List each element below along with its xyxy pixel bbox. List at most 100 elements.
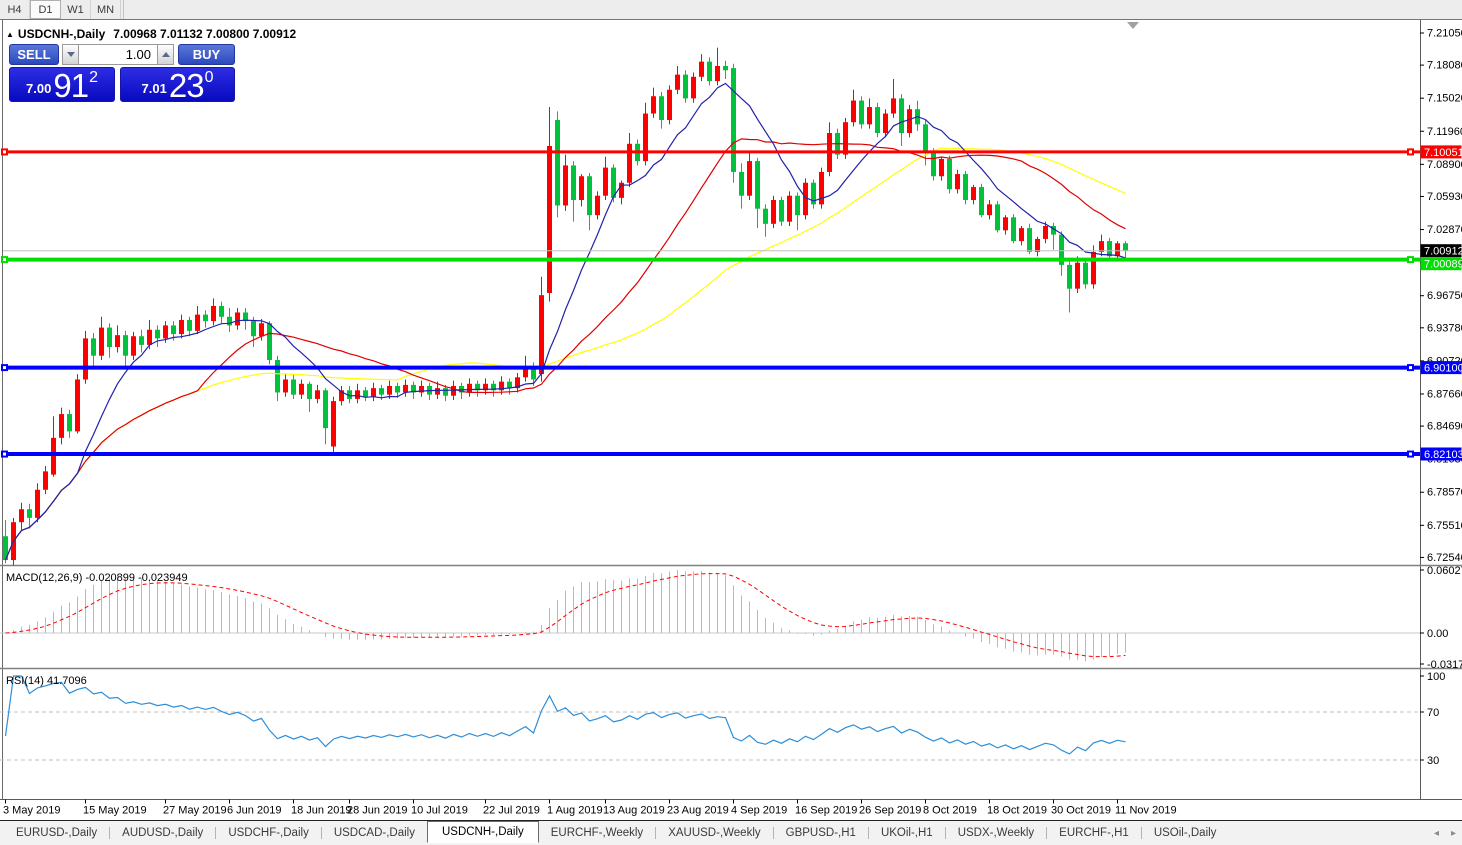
svg-text:15 May 2019: 15 May 2019 xyxy=(83,805,147,817)
chart-shift-marker-icon xyxy=(1127,22,1139,29)
ask-price-big-digits: 23 xyxy=(169,70,204,101)
svg-text:22 Jul 2019: 22 Jul 2019 xyxy=(483,805,540,817)
svg-text:18 Oct 2019: 18 Oct 2019 xyxy=(987,805,1047,817)
bid-price-display[interactable]: 7.00 91 2 xyxy=(9,67,115,102)
chart-ohlc-values: 7.00968 7.01132 7.00800 7.00912 xyxy=(113,27,296,41)
price-chart-canvas[interactable]: 7.21050 7.18080 7.15020 7.11960 7.08900 7.059… xyxy=(0,20,1462,820)
date-axis[interactable]: 3 May 2019 15 May 2019 27 May 20196 Jun 20… xyxy=(3,800,1177,817)
chart-tab-usdcad-daily[interactable]: USDCAD-,Daily xyxy=(322,823,427,843)
tabs-scroll-right-button[interactable]: ▸ xyxy=(1451,828,1456,839)
svg-text:6.90100: 6.90100 xyxy=(1424,363,1462,375)
svg-text:-0.031725: -0.031725 xyxy=(1427,659,1462,671)
chart-tab-bar: EURUSD-,DailyAUDUSD-,DailyUSDCHF-,DailyU… xyxy=(0,821,1462,845)
svg-text:7.21050: 7.21050 xyxy=(1427,28,1462,40)
ask-price-prefix: 7.01 xyxy=(142,81,167,96)
timeframe-button-mn[interactable]: MN xyxy=(91,0,121,19)
svg-text:6 Jun 2019: 6 Jun 2019 xyxy=(227,805,281,817)
collapse-panel-arrow-icon[interactable]: ▲ xyxy=(6,30,14,39)
svg-text:7.00089: 7.00089 xyxy=(1424,259,1462,271)
svg-text:7.02870: 7.02870 xyxy=(1427,224,1462,236)
svg-text:6.96750: 6.96750 xyxy=(1427,290,1462,302)
rsi-name: RSI(14) xyxy=(6,675,44,687)
chart-tab-xauusd-weekly[interactable]: XAUUSD-,Weekly xyxy=(656,823,772,843)
svg-text:30: 30 xyxy=(1427,755,1439,767)
tab-scroll-arrows: ◂ ▸ xyxy=(1434,821,1456,845)
volume-decrease-button[interactable] xyxy=(62,44,79,65)
chart-tab-usdx-weekly[interactable]: USDX-,Weekly xyxy=(946,823,1046,843)
svg-text:18 Jun 2019: 18 Jun 2019 xyxy=(291,805,352,817)
buy-button[interactable]: BUY xyxy=(178,44,235,65)
svg-text:7.08900: 7.08900 xyxy=(1427,159,1462,171)
svg-text:28 Jun 2019: 28 Jun 2019 xyxy=(347,805,408,817)
volume-increase-button[interactable] xyxy=(157,44,174,65)
macd-name: MACD(12,26,9) xyxy=(6,572,82,584)
chart-tabs: EURUSD-,DailyAUDUSD-,DailyUSDCHF-,DailyU… xyxy=(0,821,1228,845)
chart-tab-ukoil-h1[interactable]: UKOil-,H1 xyxy=(869,823,945,843)
svg-text:3 May 2019: 3 May 2019 xyxy=(3,805,60,817)
svg-text:7.18080: 7.18080 xyxy=(1427,60,1462,72)
rsi-value: 41.7096 xyxy=(47,675,87,687)
bid-price-pipette: 2 xyxy=(89,69,98,87)
chart-tab-eurusd-daily[interactable]: EURUSD-,Daily xyxy=(4,823,109,843)
svg-text:7.15020: 7.15020 xyxy=(1427,93,1462,105)
svg-text:7.11960: 7.11960 xyxy=(1427,126,1462,138)
svg-text:0.060273: 0.060273 xyxy=(1427,565,1462,577)
sell-button[interactable]: SELL xyxy=(9,44,59,65)
chart-tab-eurchf-h1[interactable]: EURCHF-,H1 xyxy=(1047,823,1141,843)
svg-text:11 Nov 2019: 11 Nov 2019 xyxy=(1115,805,1177,817)
chart-area[interactable]: 7.21050 7.18080 7.15020 7.11960 7.08900 7.059… xyxy=(0,19,1462,822)
bid-price-big-digits: 91 xyxy=(53,70,88,101)
svg-text:30 Oct 2019: 30 Oct 2019 xyxy=(1051,805,1111,817)
svg-text:8 Oct 2019: 8 Oct 2019 xyxy=(923,805,977,817)
ask-price-display[interactable]: 7.01 23 0 xyxy=(120,67,235,102)
svg-text:4 Sep 2019: 4 Sep 2019 xyxy=(731,805,787,817)
svg-text:10 Jul 2019: 10 Jul 2019 xyxy=(411,805,468,817)
chart-tab-usdcnh-daily[interactable]: USDCNH-,Daily xyxy=(427,821,539,843)
chart-tab-usdchf-daily[interactable]: USDCHF-,Daily xyxy=(216,823,321,843)
timeframe-toolbar: H4D1W1MN xyxy=(0,0,1462,19)
volume-input[interactable] xyxy=(79,44,157,65)
svg-text:6.72540: 6.72540 xyxy=(1427,552,1462,564)
macd-values: -0.020899 -0.023949 xyxy=(85,572,187,584)
svg-text:7.10051: 7.10051 xyxy=(1424,147,1462,159)
svg-text:0.00: 0.00 xyxy=(1427,628,1448,640)
chart-title: ▲USDCNH-,Daily7.00968 7.01132 7.00800 7.… xyxy=(6,27,296,41)
triangle-up-icon xyxy=(162,52,170,57)
svg-text:27 May 2019: 27 May 2019 xyxy=(163,805,227,817)
timeframe-button-w1[interactable]: W1 xyxy=(61,0,91,19)
bid-price-prefix: 7.00 xyxy=(26,81,51,96)
mt4-window: H4D1W1MN 7.21050 7.18080 7.15020 7.11960 7.0… xyxy=(0,0,1462,845)
svg-text:23 Aug 2019: 23 Aug 2019 xyxy=(667,805,729,817)
svg-text:6.84690: 6.84690 xyxy=(1427,421,1462,433)
svg-text:16 Sep 2019: 16 Sep 2019 xyxy=(795,805,857,817)
svg-text:70: 70 xyxy=(1427,707,1439,719)
chart-tab-eurchf-weekly[interactable]: EURCHF-,Weekly xyxy=(539,823,655,843)
macd-panel: 0.060273 0.00 -0.031725 xyxy=(0,565,1462,671)
svg-text:6.87660: 6.87660 xyxy=(1427,388,1462,400)
candles-layer xyxy=(3,48,1128,566)
svg-text:6.93780: 6.93780 xyxy=(1427,322,1462,334)
rsi-line xyxy=(6,676,1126,754)
toolbar-separator xyxy=(123,0,124,19)
rsi-panel: 100 70 30 xyxy=(0,671,1445,767)
ask-price-pipette: 0 xyxy=(205,69,214,87)
price-axis[interactable]: 7.21050 7.18080 7.15020 7.11960 7.08900 7.059… xyxy=(1420,28,1462,564)
svg-text:26 Sep 2019: 26 Sep 2019 xyxy=(859,805,921,817)
svg-text:13 Aug 2019: 13 Aug 2019 xyxy=(603,805,665,817)
chart-tab-audusd-daily[interactable]: AUDUSD-,Daily xyxy=(110,823,215,843)
chart-tab-usoil-daily[interactable]: USOil-,Daily xyxy=(1142,823,1229,843)
svg-text:7.05930: 7.05930 xyxy=(1427,191,1462,203)
svg-text:6.78570: 6.78570 xyxy=(1427,487,1462,499)
svg-text:7.00912: 7.00912 xyxy=(1424,246,1462,258)
svg-text:1 Aug 2019: 1 Aug 2019 xyxy=(547,805,603,817)
svg-text:6.75510: 6.75510 xyxy=(1427,520,1462,532)
macd-indicator-label: MACD(12,26,9) -0.020899 -0.023949 xyxy=(6,572,188,584)
tabs-scroll-left-button[interactable]: ◂ xyxy=(1434,828,1439,839)
one-click-trading-panel: SELL BUY 7.00 91 2 7.01 23 0 xyxy=(9,44,235,102)
svg-text:100: 100 xyxy=(1427,671,1445,683)
timeframe-button-h4[interactable]: H4 xyxy=(0,0,30,19)
chart-tab-gbpusd-h1[interactable]: GBPUSD-,H1 xyxy=(774,823,868,843)
triangle-down-icon xyxy=(67,52,75,57)
timeframe-button-d1[interactable]: D1 xyxy=(30,0,61,19)
svg-text:6.82103: 6.82103 xyxy=(1424,449,1462,461)
